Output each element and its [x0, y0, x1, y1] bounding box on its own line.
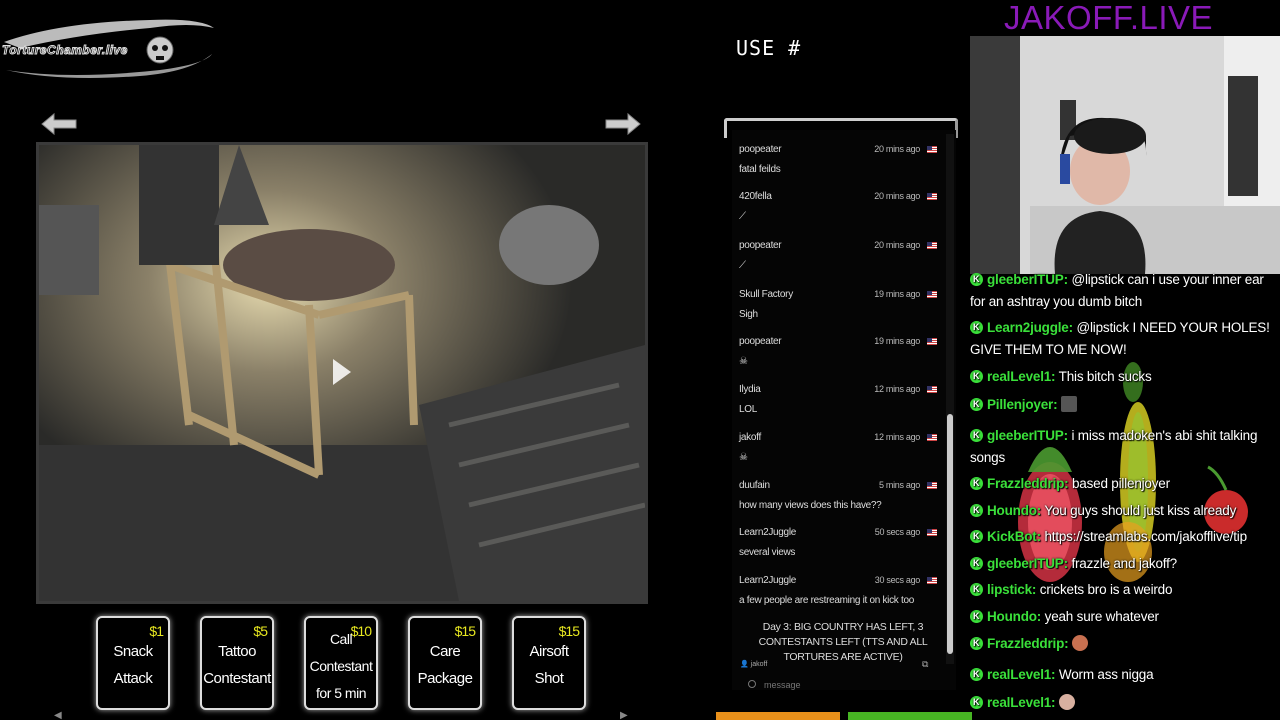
site-logo[interactable]: TortureChamber.live	[0, 14, 216, 82]
kick-badge-icon	[970, 605, 983, 627]
kick-chat-message: Houndo: yeah sure whatever	[970, 605, 1276, 628]
kick-chat-message: gleeberITUP: i miss madoken's abi shit t…	[970, 424, 1276, 469]
kick-chat-message: realLevel1:	[970, 691, 1276, 714]
chat-message: Skull Factory 19 mins ago Sigh	[739, 289, 939, 320]
tip-price: $15	[454, 623, 476, 639]
kick-badge-icon	[970, 499, 983, 521]
figure-emote-icon	[1060, 396, 1077, 412]
kick-chat-message: realLevel1: Worm ass nigga	[970, 663, 1276, 686]
webcam-feed	[970, 36, 1280, 274]
kick-chat-message: gleeberITUP: frazzle and jakoff?	[970, 552, 1276, 575]
video-player[interactable]	[36, 142, 648, 604]
kick-badge-icon	[970, 272, 983, 290]
use-number-label: USE #	[736, 36, 802, 60]
tip-button-care-package[interactable]: $15 Care Package	[408, 616, 482, 710]
kick-badge-icon	[970, 365, 983, 387]
tip-price: $15	[558, 623, 580, 639]
scroll-right-icon[interactable]: ▶	[620, 710, 630, 720]
flag-icon	[927, 386, 937, 393]
kick-badge-icon	[970, 424, 983, 446]
kick-chat-message: realLevel1: This bitch sucks	[970, 365, 1276, 388]
kick-badge-icon	[970, 316, 983, 338]
tip-price: $1	[149, 623, 164, 639]
chat-message: 420fella 20 mins ago ⟋	[739, 191, 939, 222]
flag-icon	[927, 146, 937, 153]
flag-icon	[927, 482, 937, 489]
kick-chat-message: Frazzleddrip: based pillenjoyer	[970, 472, 1276, 495]
needle-icon: ⟋	[739, 211, 746, 222]
chat-message: jakoff 12 mins ago ☠	[739, 432, 939, 463]
chat-message: poopeater 19 mins ago ☠	[739, 336, 939, 367]
chat-message: Learn2Juggle 30 secs ago a few people ar…	[739, 575, 939, 606]
chat-scrollbar-thumb[interactable]	[947, 414, 953, 654]
tip-button-snack-attack[interactable]: $1 Snack Attack	[96, 616, 170, 710]
tip-label: Airsoft Shot	[529, 643, 569, 687]
logo-text: TortureChamber.live	[2, 43, 128, 58]
tip-button-call-contestant[interactable]: $10 Call Contestant for 5 min	[304, 616, 378, 710]
skull-icon: ☠	[739, 356, 748, 367]
chat-message: poopeater 20 mins ago ⟋	[739, 240, 939, 271]
play-icon[interactable]	[333, 359, 351, 385]
scroll-left-icon[interactable]: ◀	[54, 710, 64, 720]
tip-button-tattoo-contestant[interactable]: $5 Tattoo Contestant	[200, 616, 274, 710]
face-emote-icon	[1058, 694, 1075, 710]
chat-widget: poopeater 20 mins ago fatal feilds 420fe…	[724, 118, 958, 702]
kick-chat-overlay: gleeberITUP: @lipstick can i use your in…	[968, 272, 1280, 720]
previous-arrow-icon[interactable]	[40, 110, 80, 138]
kick-chat-message: KickBot: https://streamlabs.com/jakoffli…	[970, 525, 1276, 548]
flag-icon	[927, 434, 937, 441]
kick-chat-message: Pillenjoyer:	[970, 393, 1276, 416]
kick-chat-message: Frazzleddrip:	[970, 632, 1276, 655]
flag-icon	[927, 338, 937, 345]
popout-icon[interactable]: ⧉	[922, 659, 928, 670]
next-arrow-icon[interactable]	[602, 110, 642, 138]
kick-badge-icon	[970, 632, 983, 654]
kick-badge-icon	[970, 691, 983, 713]
kick-badge-icon	[970, 525, 983, 547]
flag-icon	[927, 577, 937, 584]
needle-icon: ⟋	[739, 260, 746, 271]
flag-icon	[927, 193, 937, 200]
kick-badge-icon	[970, 472, 983, 494]
chat-message: poopeater 20 mins ago fatal feilds	[739, 144, 939, 175]
chat-message-input[interactable]: message	[740, 676, 950, 694]
green-bar	[848, 712, 972, 720]
chat-message: Learn2Juggle 50 secs ago several views	[739, 527, 939, 558]
flag-icon	[927, 291, 937, 298]
kick-badge-icon	[970, 663, 983, 685]
tip-button-airsoft-shot[interactable]: $15 Airsoft Shot	[512, 616, 586, 710]
kick-badge-icon	[970, 393, 983, 415]
kick-chat-message: lipstick: crickets bro is a weirdo	[970, 578, 1276, 601]
kick-badge-icon	[970, 552, 983, 574]
tip-label: Care Package	[417, 643, 473, 687]
tip-price: $5	[253, 623, 268, 639]
face-emote-icon	[1071, 635, 1088, 651]
tip-label: Call Contestant for 5 min	[309, 631, 373, 701]
chat-panel: poopeater 20 mins ago fatal feilds 420fe…	[732, 130, 956, 690]
kick-badge-icon	[970, 578, 983, 600]
flag-icon	[927, 529, 937, 536]
kick-chat-message: Learn2juggle: @lipstick I NEED YOUR HOLE…	[970, 316, 1276, 361]
tip-label: Tattoo Contestant	[203, 643, 271, 687]
flag-icon	[927, 242, 937, 249]
webcam-scene	[970, 36, 1280, 274]
site-title: JAKOFF.LIVE	[1004, 0, 1214, 36]
chat-scrollbar[interactable]	[946, 134, 954, 664]
chat-current-user: 👤 jakoff	[740, 661, 768, 668]
kick-chat-message: Houndo: You guys should just kiss alread…	[970, 499, 1276, 522]
skull-icon: ☠	[739, 452, 748, 463]
chat-announcement: Day 3: BIG COUNTRY HAS LEFT, 3 CONTESTAN…	[758, 621, 928, 663]
tip-label: Snack Attack	[113, 643, 153, 687]
orange-bar	[716, 712, 840, 720]
chat-message: duufain 5 mins ago how many views does t…	[739, 480, 939, 511]
kick-chat-message: gleeberITUP: @lipstick can i use your in…	[970, 272, 1276, 313]
chat-message: Ilydia 12 mins ago LOL	[739, 384, 939, 415]
emoji-icon[interactable]	[748, 680, 756, 688]
